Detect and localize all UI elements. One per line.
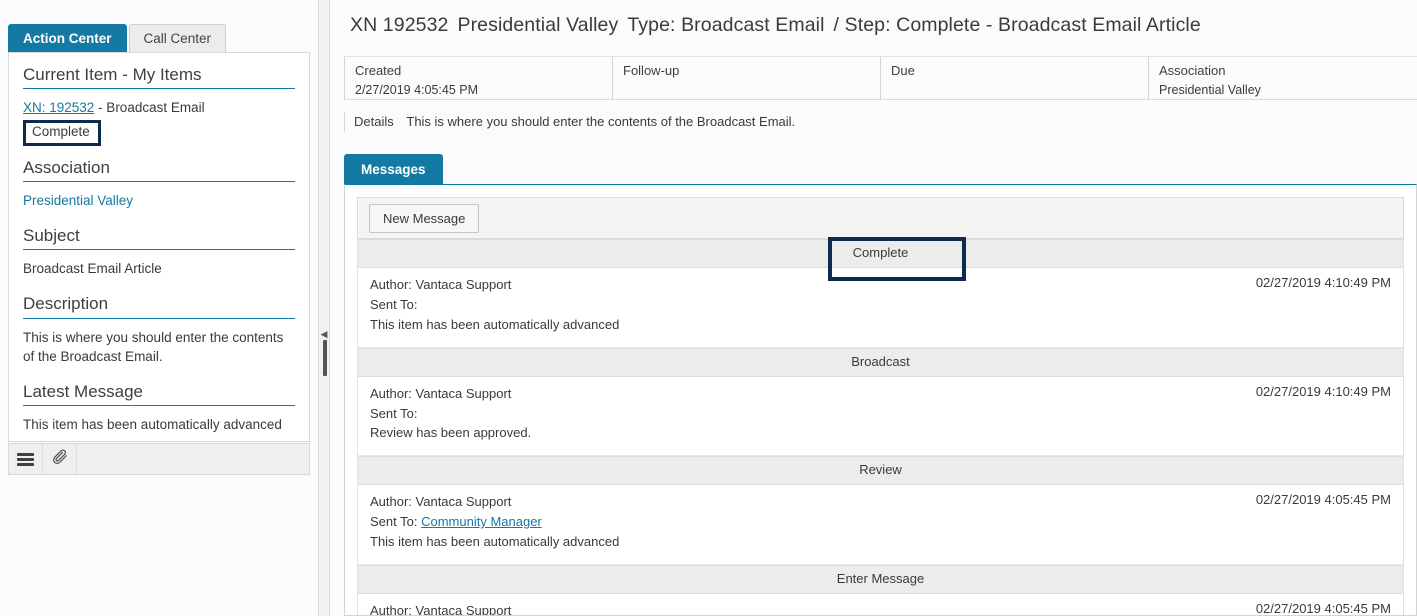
message-row: 02/27/2019 4:10:49 PM Author: Vantaca Su…	[358, 268, 1403, 348]
meta-association-value: Presidential Valley	[1159, 82, 1261, 97]
message-row: 02/27/2019 4:05:45 PM Author: Vantaca Su…	[358, 485, 1403, 565]
details-row: Details This is where you should enter t…	[344, 112, 1417, 132]
message-row: 02/27/2019 4:05:45 PM Author: Vantaca Su…	[358, 594, 1403, 616]
message-author: Author: Vantaca Support	[370, 385, 512, 401]
message-sent-to: Sent To:	[370, 295, 1391, 315]
application-window: Action Center Call Center Current Item -…	[0, 0, 1417, 616]
current-item-row: XN: 192532 - Broadcast Email	[23, 89, 295, 117]
current-item-suffix: - Broadcast Email	[94, 100, 205, 116]
collapse-arrow-icon[interactable]: ◀	[320, 330, 328, 339]
details-label: Details	[354, 114, 394, 129]
message-body: This item has been automatically advance…	[370, 533, 620, 549]
details-text: This is where you should enter the conte…	[406, 114, 796, 129]
content-tabstrip: Messages	[344, 154, 443, 184]
tab-action-center[interactable]: Action Center	[8, 24, 127, 52]
tab-call-center-label: Call Center	[143, 30, 212, 46]
page-title-association: Presidential Valley	[457, 14, 619, 36]
message-author: Author: Vantaca Support	[370, 602, 512, 616]
message-sent-to: Sent To:	[370, 404, 1391, 424]
message-step-header: Complete	[358, 239, 1403, 269]
section-title-description: Description	[23, 282, 295, 319]
page-title-step: / Step: Complete - Broadcast Email Artic…	[833, 14, 1201, 36]
hamburger-icon	[17, 451, 34, 468]
left-panel-tabstrip: Action Center Call Center	[8, 24, 227, 52]
meta-followup: Follow-up	[612, 57, 880, 99]
message-author: Author: Vantaca Support	[370, 277, 512, 293]
meta-association-label: Association	[1159, 63, 1226, 78]
association-value-wrap: Presidential Valley	[23, 182, 295, 214]
messages-toolbar: New Message	[357, 197, 1404, 239]
latest-message-value: This item has been automatically advance…	[23, 417, 282, 433]
message-step-header: Enter Message	[358, 564, 1403, 594]
page-title-type: Type: Broadcast Email	[627, 14, 825, 36]
tab-messages-label: Messages	[361, 162, 426, 177]
message-sent-to-label: Sent To:	[370, 514, 418, 529]
left-panel-toolbar	[8, 443, 310, 475]
message-date: 02/27/2019 4:05:45 PM	[1255, 492, 1391, 508]
current-item-id-link[interactable]: XN: 192532	[23, 100, 94, 115]
tab-call-center[interactable]: Call Center	[128, 24, 227, 52]
left-panel: Action Center Call Center Current Item -…	[0, 0, 318, 616]
menu-button[interactable]	[9, 444, 43, 474]
messages-list: Complete 02/27/2019 4:10:49 PM Author: V…	[357, 239, 1404, 616]
action-center-panel: Current Item - My Items XN: 192532 - Bro…	[8, 52, 310, 442]
message-row: 02/27/2019 4:10:49 PM Author: Vantaca Su…	[358, 377, 1403, 456]
attachment-button[interactable]	[43, 444, 77, 474]
tab-action-center-label: Action Center	[23, 30, 112, 46]
message-step-header: Review	[358, 456, 1403, 486]
message-step-header: Broadcast	[358, 347, 1403, 377]
meta-association: Association Presidential Valley	[1148, 57, 1417, 99]
meta-created-value: 2/27/2019 4:05:45 PM	[355, 82, 479, 97]
meta-followup-label: Follow-up	[623, 63, 680, 78]
meta-due-label: Due	[891, 63, 915, 78]
main-content: XN 192532 Presidential Valley Type: Broadc…	[332, 0, 1417, 616]
new-message-button[interactable]: New Message	[369, 203, 480, 233]
message-date: 02/27/2019 4:05:45 PM	[1255, 600, 1391, 616]
section-title-latest-message: Latest Message	[23, 370, 295, 407]
message-body: Review has been approved.	[370, 425, 532, 441]
section-title-association: Association	[23, 146, 295, 182]
subject-value: Broadcast Email Article	[23, 261, 162, 277]
metadata-bar: Created 2/27/2019 4:05:45 PM Follow-up D…	[344, 56, 1417, 100]
message-date: 02/27/2019 4:10:49 PM	[1255, 383, 1391, 399]
description-value: This is where you should enter the conte…	[23, 329, 284, 364]
message-sent-to: Sent To: Community Manager	[370, 512, 1391, 532]
message-body: This item has been automatically advance…	[370, 316, 620, 332]
paperclip-icon	[51, 448, 68, 470]
splitter-grip-handle[interactable]	[323, 340, 327, 376]
tab-messages[interactable]: Messages	[344, 154, 443, 184]
message-sent-to-value[interactable]: Community Manager	[421, 514, 542, 529]
section-title-subject: Subject	[23, 214, 295, 251]
page-title-id: XN 192532	[350, 14, 449, 36]
message-date: 02/27/2019 4:10:49 PM	[1255, 275, 1391, 291]
messages-panel: New Message Complete 02/27/2019 4:10:49 …	[344, 184, 1417, 616]
meta-created: Created 2/27/2019 4:05:45 PM	[344, 57, 612, 99]
meta-created-label: Created	[355, 63, 402, 78]
panel-splitter[interactable]: ◀	[318, 0, 330, 616]
section-title-current-item: Current Item - My Items	[23, 53, 295, 90]
message-sent-to-label: Sent To:	[370, 405, 418, 421]
meta-due: Due	[880, 57, 1148, 99]
status-badge: Complete	[23, 119, 101, 146]
message-author: Author: Vantaca Support	[370, 494, 512, 510]
message-sent-to-label: Sent To:	[370, 297, 418, 312]
page-title: XN 192532 Presidential Valley Type: Broadc…	[350, 14, 1201, 37]
association-link[interactable]: Presidential Valley	[23, 193, 133, 208]
